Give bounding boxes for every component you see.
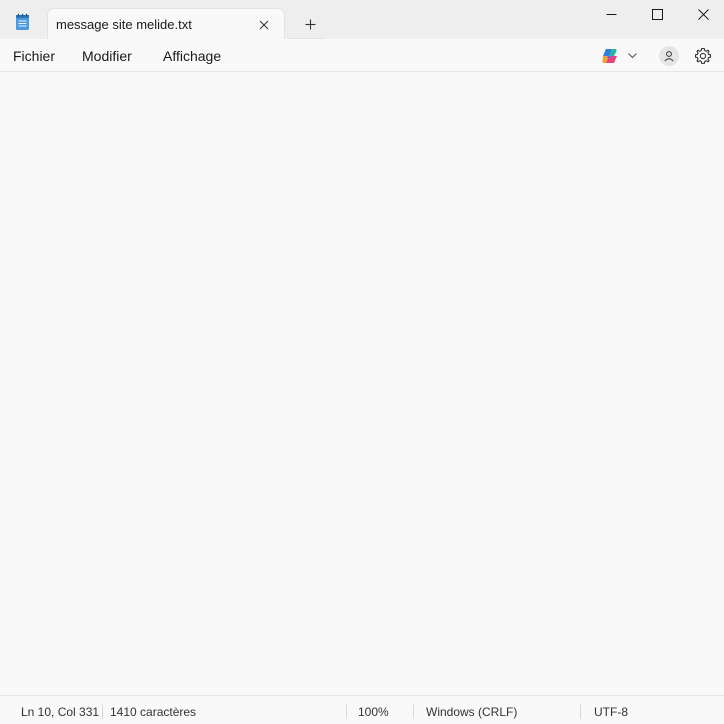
menu-bar: Fichier Modifier Affichage <box>0 39 724 72</box>
maximize-icon <box>651 8 663 20</box>
zoom-level[interactable]: 100% <box>358 705 389 719</box>
gear-icon[interactable] <box>694 47 712 65</box>
chevron-down-icon[interactable] <box>627 50 638 61</box>
status-divider <box>102 704 103 719</box>
account-button[interactable] <box>659 46 679 66</box>
document-tab[interactable]: message site melide.txt <box>47 8 285 40</box>
text-editor[interactable] <box>0 72 724 695</box>
menu-file[interactable]: Fichier <box>13 48 55 64</box>
maximize-button[interactable] <box>634 0 680 28</box>
close-window-button[interactable] <box>680 0 724 28</box>
title-bar: message site melide.txt <box>0 0 724 40</box>
menu-view[interactable]: Affichage <box>163 48 221 64</box>
encoding[interactable]: UTF-8 <box>594 705 628 719</box>
cursor-position[interactable]: Ln 10, Col 331 <box>21 705 99 719</box>
tab-title: message site melide.txt <box>56 17 192 32</box>
close-icon <box>259 20 269 30</box>
plus-icon <box>305 19 315 29</box>
minimize-button[interactable] <box>588 0 634 28</box>
copilot-icon[interactable] <box>601 47 619 65</box>
minimize-icon <box>606 13 616 15</box>
status-divider <box>580 704 581 719</box>
menu-edit[interactable]: Modifier <box>82 48 132 64</box>
character-count: 1410 caractères <box>110 705 197 719</box>
notepad-icon <box>16 13 29 30</box>
tab-close-button[interactable] <box>253 15 275 35</box>
close-icon <box>697 8 709 20</box>
status-bar: Ln 10, Col 331 1410 caractères 100% Wind… <box>0 695 724 724</box>
line-ending[interactable]: Windows (CRLF) <box>426 705 517 719</box>
status-divider <box>346 704 347 719</box>
new-tab-button[interactable] <box>299 14 321 34</box>
status-divider <box>413 704 414 719</box>
account-icon <box>664 51 674 62</box>
